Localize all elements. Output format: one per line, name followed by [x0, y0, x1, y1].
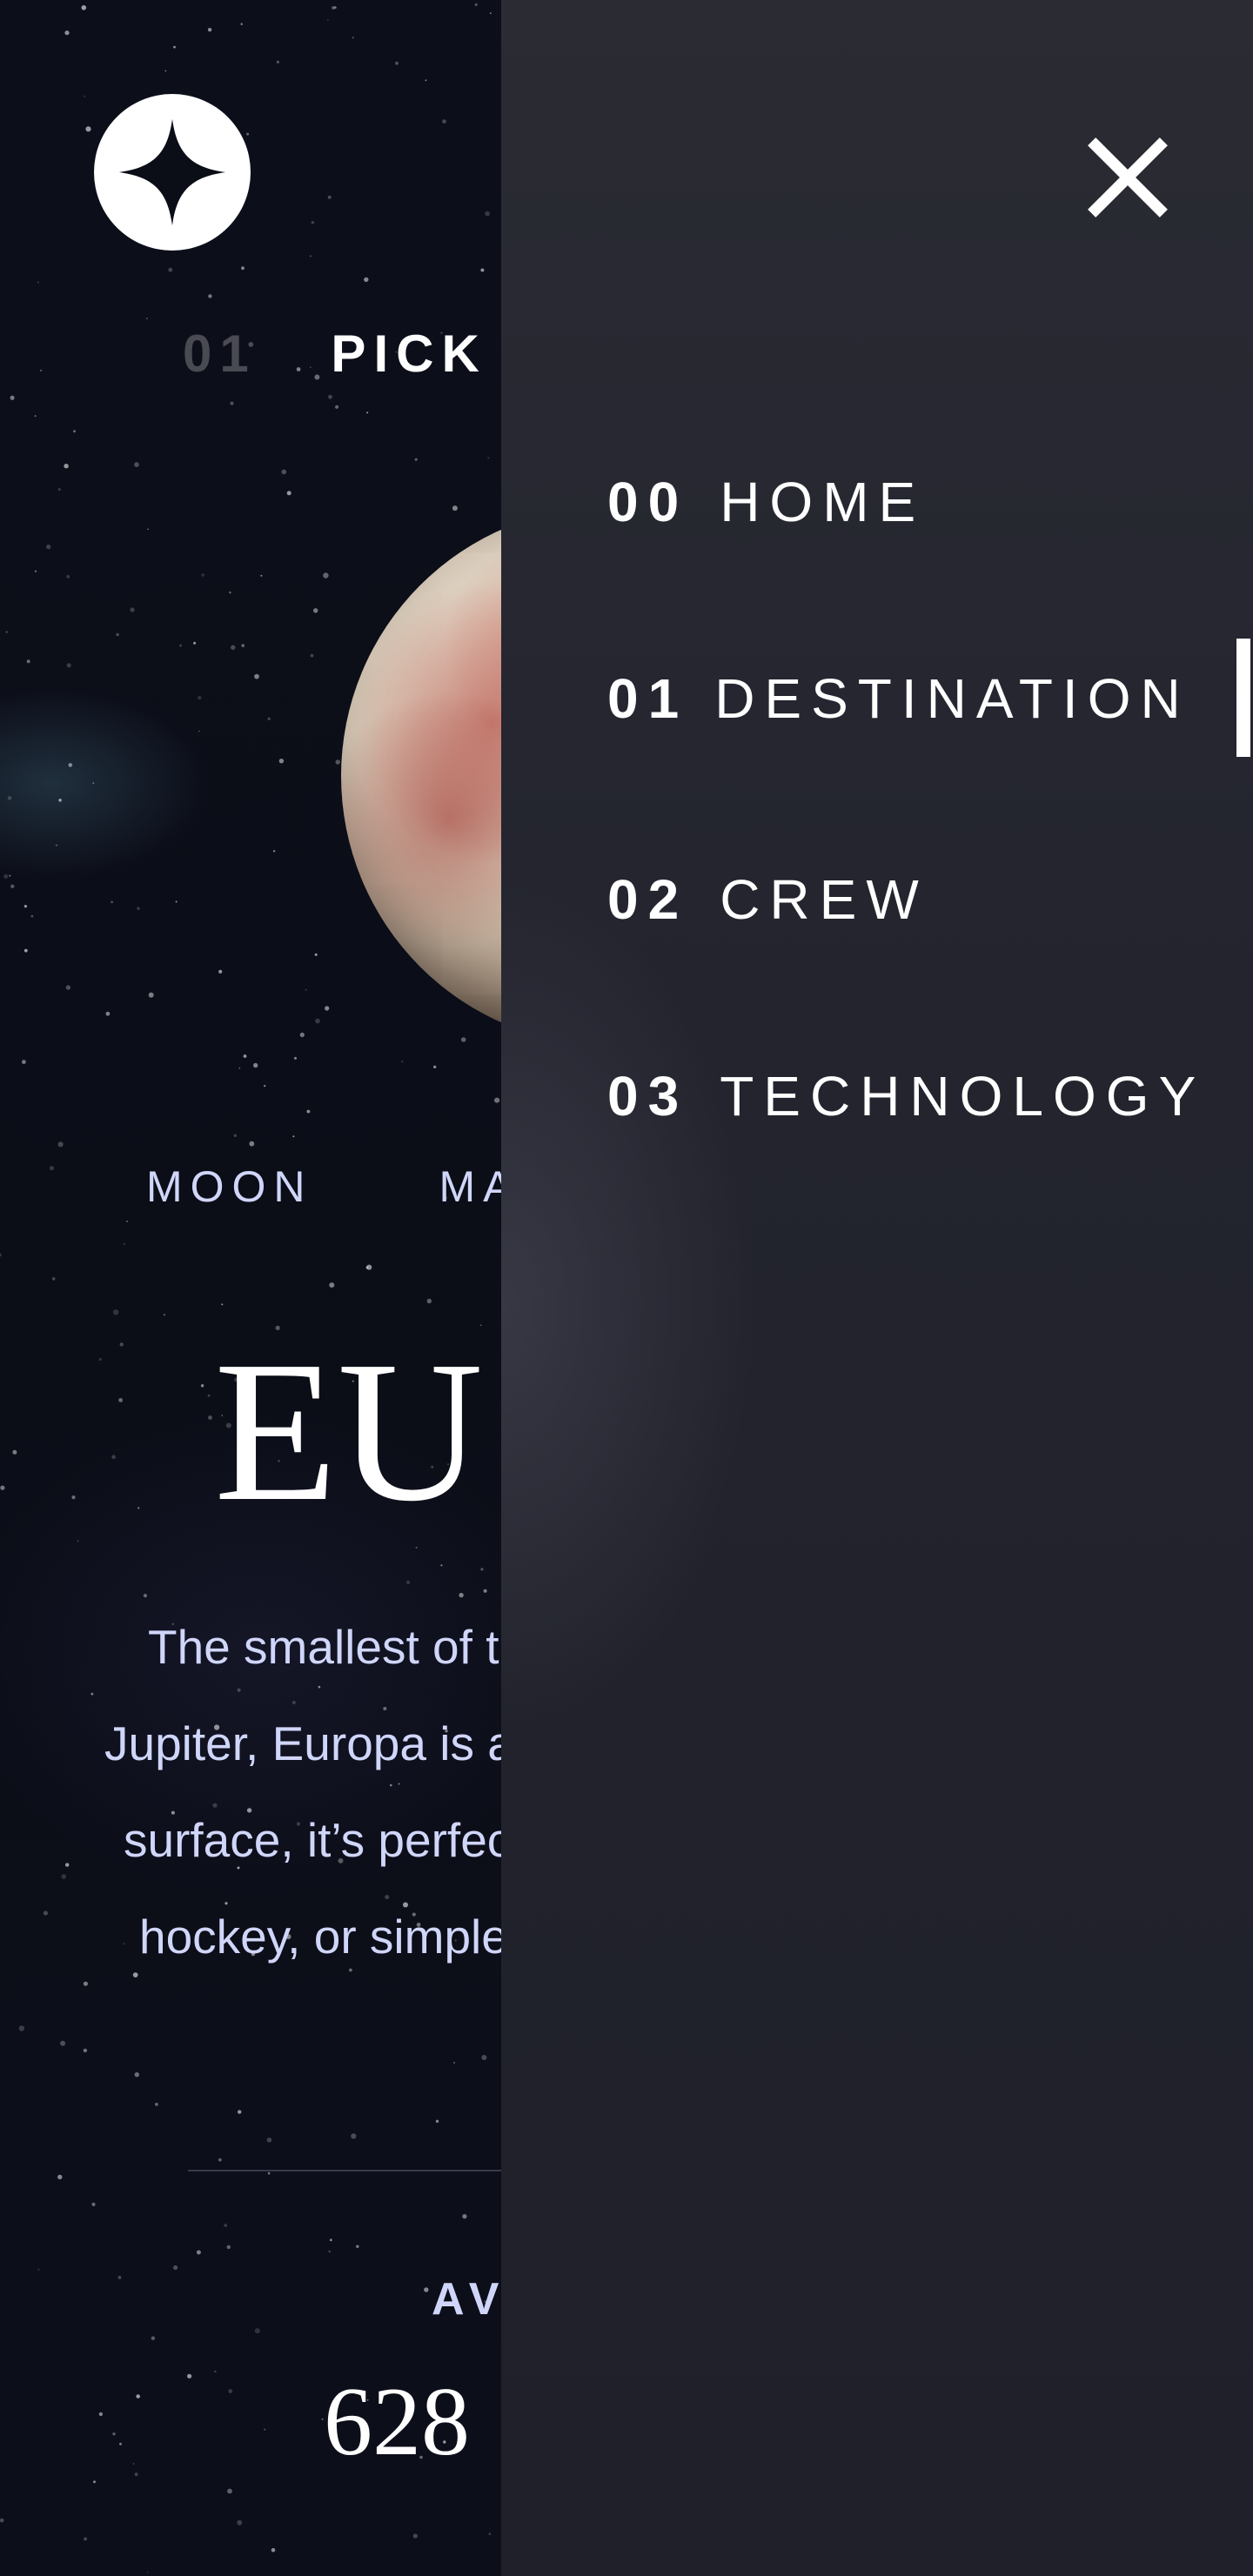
tab-moon[interactable]: MOON — [146, 1161, 313, 1212]
mobile-nav-panel — [501, 0, 1253, 2576]
planet-name: EU — [214, 1320, 484, 1543]
stat-label: AV — [432, 2274, 507, 2325]
nav-item-crew[interactable]: 02 CREW — [607, 867, 928, 931]
four-point-star-icon[interactable] — [94, 94, 251, 251]
close-icon[interactable] — [1088, 137, 1168, 217]
stat-value: 628 — [324, 2368, 470, 2476]
nav-number: 03 — [607, 1065, 689, 1127]
nav-label: DESTINATION — [714, 667, 1190, 730]
nav-item-home[interactable]: 00 HOME — [607, 470, 926, 533]
nav-label: CREW — [720, 868, 928, 931]
subheading-text: PICK — [331, 325, 487, 383]
subheading-number: 01 — [183, 325, 257, 383]
nav-item-destination[interactable]: 01 DESTINATION — [607, 666, 1190, 730]
nav-label: TECHNOLOGY — [720, 1065, 1206, 1127]
nav-number: 02 — [607, 868, 689, 931]
nav-number: 00 — [607, 471, 689, 533]
page-subheading: 01 PICK — [183, 324, 487, 384]
nav-label: HOME — [720, 471, 926, 533]
nav-item-technology[interactable]: 03 TECHNOLOGY — [607, 1064, 1206, 1127]
nav-number: 01 — [607, 667, 689, 730]
active-indicator — [1236, 639, 1250, 757]
